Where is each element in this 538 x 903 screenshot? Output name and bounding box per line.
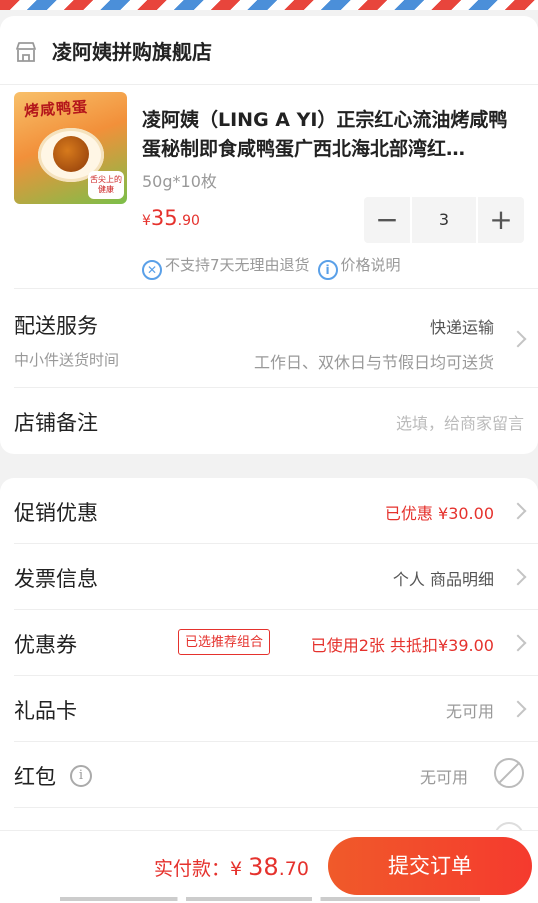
invoice-value: 个人 商品明细 — [392, 570, 494, 589]
price-integer: 35 — [150, 206, 178, 230]
egg-yolk — [53, 136, 89, 172]
no-return-text[interactable]: 不支持7天无理由退货 — [165, 256, 310, 274]
increase-quantity-button[interactable]: + — [478, 197, 524, 243]
airmail-border — [0, 0, 538, 10]
divider — [14, 807, 538, 808]
total-payment: 实付款：¥ 38.70 — [154, 853, 309, 881]
checkout-bar: 实付款：¥ 38.70 提交订单 — [0, 830, 538, 903]
remark-input[interactable]: 选填，给商家留言 — [396, 410, 524, 434]
divider — [14, 543, 538, 544]
shop-header[interactable]: 凌阿姨拼购旗舰店 — [0, 16, 538, 85]
quantity-input[interactable]: 3 — [410, 197, 478, 243]
promo-label: 促销优惠 — [14, 501, 98, 525]
divider — [14, 675, 538, 676]
info-icon[interactable]: i — [70, 765, 92, 787]
unavailable-icon — [494, 758, 524, 788]
gift-card-label: 礼品卡 — [14, 699, 77, 723]
divider — [14, 741, 538, 742]
divider — [14, 387, 538, 388]
coupon-value: 已使用2张 共抵扣¥39.00 — [310, 636, 494, 655]
red-packet-value: 无可用 — [419, 768, 468, 787]
shop-name[interactable]: 凌阿姨拼购旗舰店 — [52, 36, 212, 65]
no-return-icon: ✕ — [142, 260, 162, 280]
divider — [14, 288, 538, 289]
divider — [14, 609, 538, 610]
price-currency: ¥ — [142, 213, 151, 229]
product-image[interactable]: 烤咸鸭蛋 舌尖上的健康 — [14, 92, 127, 204]
red-packet-label: 红包 — [14, 765, 56, 789]
total-currency: ¥ — [230, 858, 249, 880]
delivery-label: 配送服务 — [14, 314, 98, 338]
delivery-value: 快递运输 — [429, 318, 494, 337]
price-decimal: .90 — [177, 213, 200, 229]
price-note-link[interactable]: 价格说明 — [341, 256, 401, 274]
total-label: 实付款： — [154, 858, 231, 880]
decrease-quantity-button[interactable]: − — [364, 197, 410, 243]
coupon-label: 优惠券 — [14, 633, 77, 657]
total-amount-integer: 38 — [248, 853, 279, 881]
info-icon: i — [317, 260, 338, 280]
product-price: ¥35.90 — [142, 206, 200, 230]
product-spec: 50g*10枚 — [142, 172, 217, 191]
store-icon — [16, 42, 36, 62]
product-title[interactable]: 凌阿姨（LING A YI）正宗红心流油烤咸鸭蛋秘制即食咸鸭蛋广西北海北部湾红… — [142, 106, 516, 164]
delivery-sub-value: 工作日、双休日与节假日均可送货 — [253, 353, 494, 372]
invoice-label: 发票信息 — [14, 567, 98, 591]
submit-order-button[interactable]: 提交订单 — [328, 837, 532, 895]
gift-card-value: 无可用 — [445, 702, 494, 721]
product-image-title: 烤咸鸭蛋 — [23, 97, 89, 121]
promo-value: 已优惠 ¥30.00 — [384, 504, 494, 523]
product-notes: ✕ 不支持7天无理由退货 i 价格说明 — [142, 254, 401, 280]
quantity-stepper: − 3 + — [364, 197, 524, 243]
home-indicator — [60, 897, 480, 901]
total-amount-decimal: .70 — [278, 858, 309, 880]
delivery-sub-label: 中小件送货时间 — [14, 351, 120, 369]
product-image-badge: 舌尖上的健康 — [88, 171, 124, 199]
coupon-tag: 已选推荐组合 — [178, 629, 271, 655]
remark-label: 店铺备注 — [14, 411, 98, 435]
